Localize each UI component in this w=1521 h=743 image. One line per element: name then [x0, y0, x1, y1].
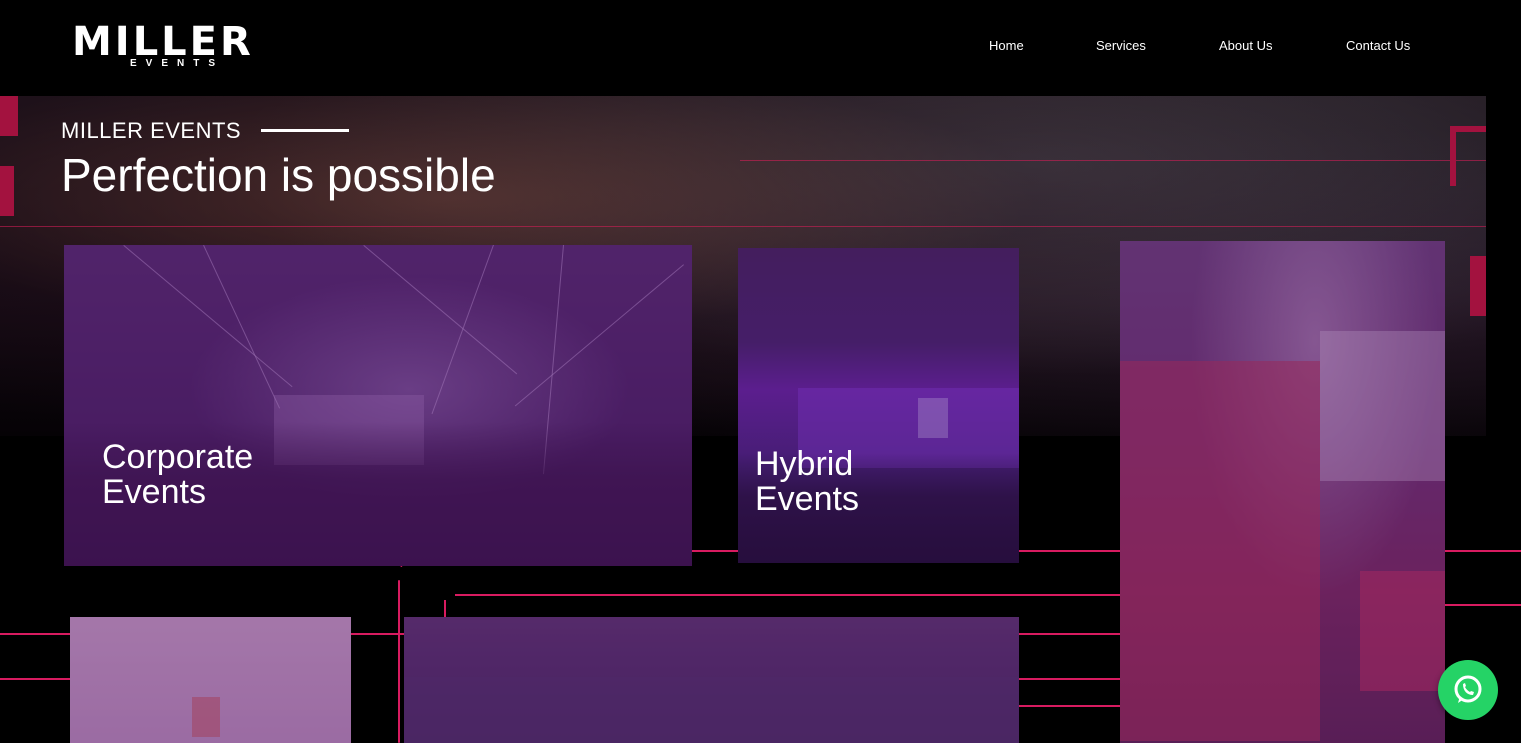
circuit-line: [0, 678, 70, 680]
hybrid-events-label: Hybrid Events: [755, 445, 859, 518]
corporate-events-card[interactable]: Corporate Events: [64, 245, 692, 566]
event-gallery-card[interactable]: [1120, 241, 1445, 743]
circuit-line: [1019, 678, 1120, 680]
nav-about-us[interactable]: About Us: [1219, 38, 1272, 53]
circuit-line: [1445, 604, 1521, 606]
circuit-line: [351, 633, 404, 635]
circuit-line: [1019, 633, 1120, 635]
nav-services[interactable]: Services: [1096, 38, 1146, 53]
circuit-line: [1445, 550, 1521, 552]
kicker-divider: [261, 129, 349, 132]
miller-events-logo[interactable]: MILLER EVENTS: [72, 22, 286, 72]
whatsapp-chat-button[interactable]: [1438, 660, 1498, 720]
logo-wordmark: MILLER: [72, 19, 254, 65]
circuit-line: [1019, 705, 1120, 707]
circuit-line: [0, 633, 70, 635]
logo-subtitle: EVENTS: [130, 58, 225, 69]
venue-setup-card[interactable]: [404, 617, 1019, 743]
circuit-line: [692, 550, 738, 552]
hybrid-events-card[interactable]: Hybrid Events: [738, 248, 1019, 563]
nav-home[interactable]: Home: [989, 38, 1024, 53]
site-header: MILLER EVENTS Home Services About Us Con…: [0, 0, 1521, 96]
circuit-line: [455, 594, 1120, 596]
nav-contact-us[interactable]: Contact Us: [1346, 38, 1410, 53]
exhibition-card[interactable]: [70, 617, 351, 743]
hero-kicker: MILLER EVENTS: [61, 118, 242, 143]
circuit-line: [444, 600, 446, 617]
whatsapp-icon: [1454, 675, 1482, 703]
corporate-events-label: Corporate Events: [102, 438, 254, 511]
circuit-line: [398, 580, 400, 743]
circuit-line: [1019, 550, 1120, 552]
hero-title: Perfection is possible: [61, 149, 496, 201]
